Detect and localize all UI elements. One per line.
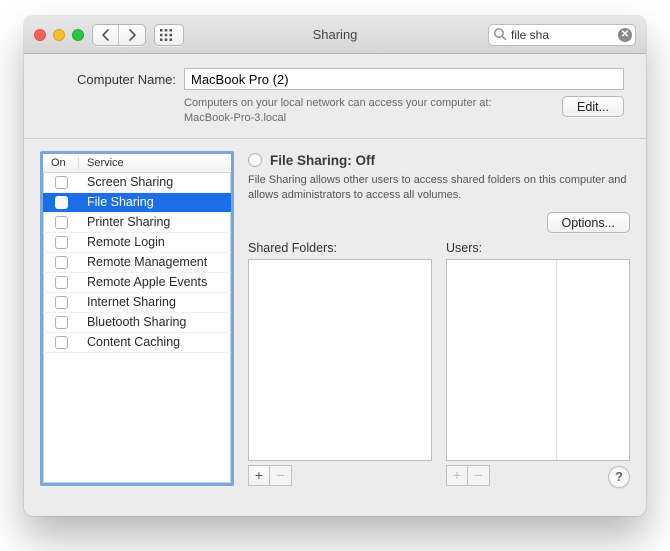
service-name: Bluetooth Sharing bbox=[79, 315, 186, 329]
forward-button[interactable] bbox=[119, 25, 145, 45]
grid-icon bbox=[159, 28, 173, 42]
users-list[interactable] bbox=[446, 259, 630, 460]
service-detail: File Sharing: Off File Sharing allows ot… bbox=[248, 151, 630, 486]
service-checkbox[interactable] bbox=[55, 296, 68, 309]
preferences-window: Sharing ✕ Computer Name: Computers on yo… bbox=[24, 16, 646, 516]
service-row[interactable]: Bluetooth Sharing bbox=[43, 313, 231, 333]
nav-back-forward bbox=[92, 24, 146, 46]
hint-text: Computers on your local network can acce… bbox=[184, 97, 492, 109]
add-user-button[interactable]: + bbox=[446, 465, 468, 486]
service-row[interactable]: Remote Apple Events bbox=[43, 273, 231, 293]
chevron-right-icon bbox=[128, 29, 137, 41]
toolbar: Sharing ✕ bbox=[24, 16, 646, 54]
service-name: Content Caching bbox=[79, 335, 180, 349]
service-checkbox[interactable] bbox=[55, 236, 68, 249]
service-row[interactable]: Content Caching bbox=[43, 333, 231, 353]
computer-name-section: Computer Name: Computers on your local n… bbox=[24, 54, 646, 138]
service-name: Remote Login bbox=[79, 235, 165, 249]
service-name: Remote Apple Events bbox=[79, 275, 207, 289]
shared-folders-column: Shared Folders: + − bbox=[248, 241, 432, 485]
minimize-window-button[interactable] bbox=[53, 29, 65, 41]
service-row[interactable]: Remote Management bbox=[43, 253, 231, 273]
edit-hostname-button[interactable]: Edit... bbox=[562, 96, 624, 117]
search-icon bbox=[493, 27, 507, 41]
users-column: Users: + − bbox=[446, 241, 630, 485]
col-on-header: On bbox=[43, 157, 79, 169]
service-row[interactable]: Screen Sharing bbox=[43, 173, 231, 193]
add-folder-button[interactable]: + bbox=[248, 465, 270, 486]
service-checkbox[interactable] bbox=[55, 336, 68, 349]
shared-folders-label: Shared Folders: bbox=[248, 241, 432, 255]
service-checkbox[interactable] bbox=[55, 276, 68, 289]
remove-user-button[interactable]: − bbox=[468, 465, 490, 486]
window-controls bbox=[34, 29, 84, 41]
service-name: File Sharing bbox=[79, 195, 154, 209]
service-name: Screen Sharing bbox=[79, 175, 173, 189]
users-perm-subcolumn bbox=[557, 260, 629, 459]
search-field-wrap: ✕ bbox=[488, 24, 636, 46]
status-title: File Sharing: Off bbox=[270, 153, 375, 168]
service-checkbox[interactable] bbox=[55, 196, 68, 209]
service-row[interactable]: Internet Sharing bbox=[43, 293, 231, 313]
service-row[interactable]: Printer Sharing bbox=[43, 213, 231, 233]
computer-name-hint: Computers on your local network can acce… bbox=[184, 96, 562, 126]
service-name: Internet Sharing bbox=[79, 295, 176, 309]
hostname-text: MacBook-Pro-3.local bbox=[184, 111, 562, 126]
services-list: Screen Sharing File Sharing Printer Sharin… bbox=[43, 173, 231, 483]
services-header: On Service bbox=[43, 154, 231, 173]
users-label: Users: bbox=[446, 241, 630, 255]
show-all-button[interactable] bbox=[154, 24, 184, 46]
search-input[interactable] bbox=[488, 24, 636, 46]
status-description: File Sharing allows other users to acces… bbox=[248, 173, 630, 203]
services-table[interactable]: On Service Screen Sharing File Sharing Pri… bbox=[40, 151, 234, 486]
help-button[interactable]: ? bbox=[608, 466, 630, 488]
options-button[interactable]: Options... bbox=[547, 212, 631, 233]
clear-search-button[interactable]: ✕ bbox=[618, 28, 632, 42]
chevron-left-icon bbox=[101, 29, 110, 41]
service-row[interactable]: Remote Login bbox=[43, 233, 231, 253]
col-service-header: Service bbox=[79, 157, 124, 169]
close-window-button[interactable] bbox=[34, 29, 46, 41]
service-checkbox[interactable] bbox=[55, 216, 68, 229]
service-checkbox[interactable] bbox=[55, 256, 68, 269]
back-button[interactable] bbox=[93, 25, 119, 45]
service-name: Printer Sharing bbox=[79, 215, 170, 229]
shared-folders-list[interactable] bbox=[248, 259, 432, 460]
remove-folder-button[interactable]: − bbox=[270, 465, 292, 486]
computer-name-label: Computer Name: bbox=[46, 72, 176, 87]
status-indicator-icon bbox=[248, 153, 262, 167]
service-name: Remote Management bbox=[79, 255, 207, 269]
service-checkbox[interactable] bbox=[55, 176, 68, 189]
service-checkbox[interactable] bbox=[55, 316, 68, 329]
computer-name-input[interactable] bbox=[184, 68, 624, 90]
services-panel: On Service Screen Sharing File Sharing Pri… bbox=[24, 138, 646, 498]
service-row[interactable]: File Sharing bbox=[43, 193, 231, 213]
users-name-subcolumn bbox=[447, 260, 557, 459]
zoom-window-button[interactable] bbox=[72, 29, 84, 41]
